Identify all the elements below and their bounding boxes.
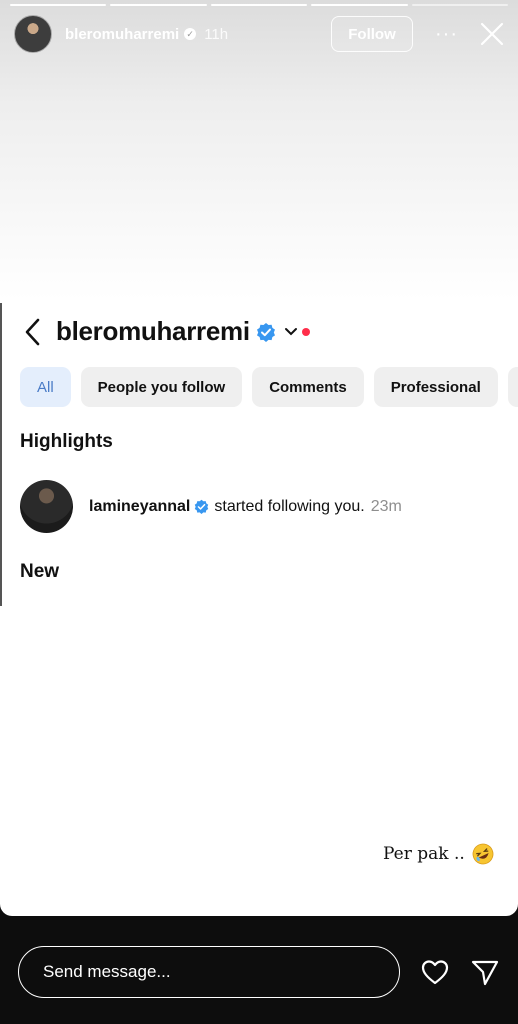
filter-chip-people-you-follow[interactable]: People you follow <box>80 367 243 407</box>
progress-segment <box>110 4 207 6</box>
unread-dot <box>301 327 310 336</box>
back-arrow-icon[interactable] <box>22 317 44 347</box>
progress-segment <box>10 4 107 6</box>
notification-item[interactable]: lamineyannal started following you. 23m <box>20 480 402 533</box>
send-icon[interactable] <box>470 957 500 987</box>
more-options-icon[interactable]: ··· <box>435 23 458 46</box>
progress-segment <box>411 4 509 6</box>
story-header: bleromuharremi ✓ 11h Follow ··· <box>14 14 506 54</box>
notification-username[interactable]: lamineyannal <box>89 498 190 516</box>
story-author-avatar[interactable] <box>14 15 52 53</box>
rofl-emoji-icon <box>472 843 494 865</box>
story-author-username[interactable]: bleromuharremi <box>65 26 179 43</box>
send-message-input[interactable]: Send message... <box>18 946 400 998</box>
caption-text: Per pak .. <box>383 844 465 864</box>
filter-chip-comments[interactable]: Comments <box>252 367 364 407</box>
filter-chip-professional[interactable]: Professional <box>373 367 498 407</box>
progress-segment <box>311 4 408 6</box>
heart-icon[interactable] <box>420 957 450 987</box>
verified-icon: ✓ <box>184 28 197 40</box>
chevron-down-icon[interactable] <box>284 327 298 337</box>
story-timestamp: 11h <box>204 25 229 43</box>
screenshot-edge <box>0 303 2 606</box>
send-message-placeholder: Send message... <box>43 962 171 981</box>
verified-badge-icon <box>195 499 209 514</box>
highlights-heading: Highlights <box>20 431 113 452</box>
follow-button[interactable]: Follow <box>331 16 414 52</box>
notification-avatar[interactable] <box>20 480 73 533</box>
story-frame: bleromuharremi ✓ 11h Follow ··· bleromuh… <box>0 0 518 916</box>
notification-time: 23m <box>370 497 402 515</box>
notifications-header: bleromuharremi <box>22 316 310 347</box>
story-caption: Per pak .. <box>383 843 494 865</box>
verified-badge-icon <box>256 322 275 342</box>
filter-chip-all[interactable]: All <box>20 367 71 407</box>
filter-chips: All People you follow Comments Professio… <box>20 367 518 407</box>
progress-segment <box>210 4 308 6</box>
filter-chip-more[interactable] <box>507 367 518 407</box>
notification-text: started following you. <box>214 497 365 515</box>
new-heading: New <box>20 561 60 582</box>
story-progress <box>10 4 509 6</box>
account-title[interactable]: bleromuharremi <box>56 316 250 347</box>
close-icon[interactable] <box>478 20 506 48</box>
